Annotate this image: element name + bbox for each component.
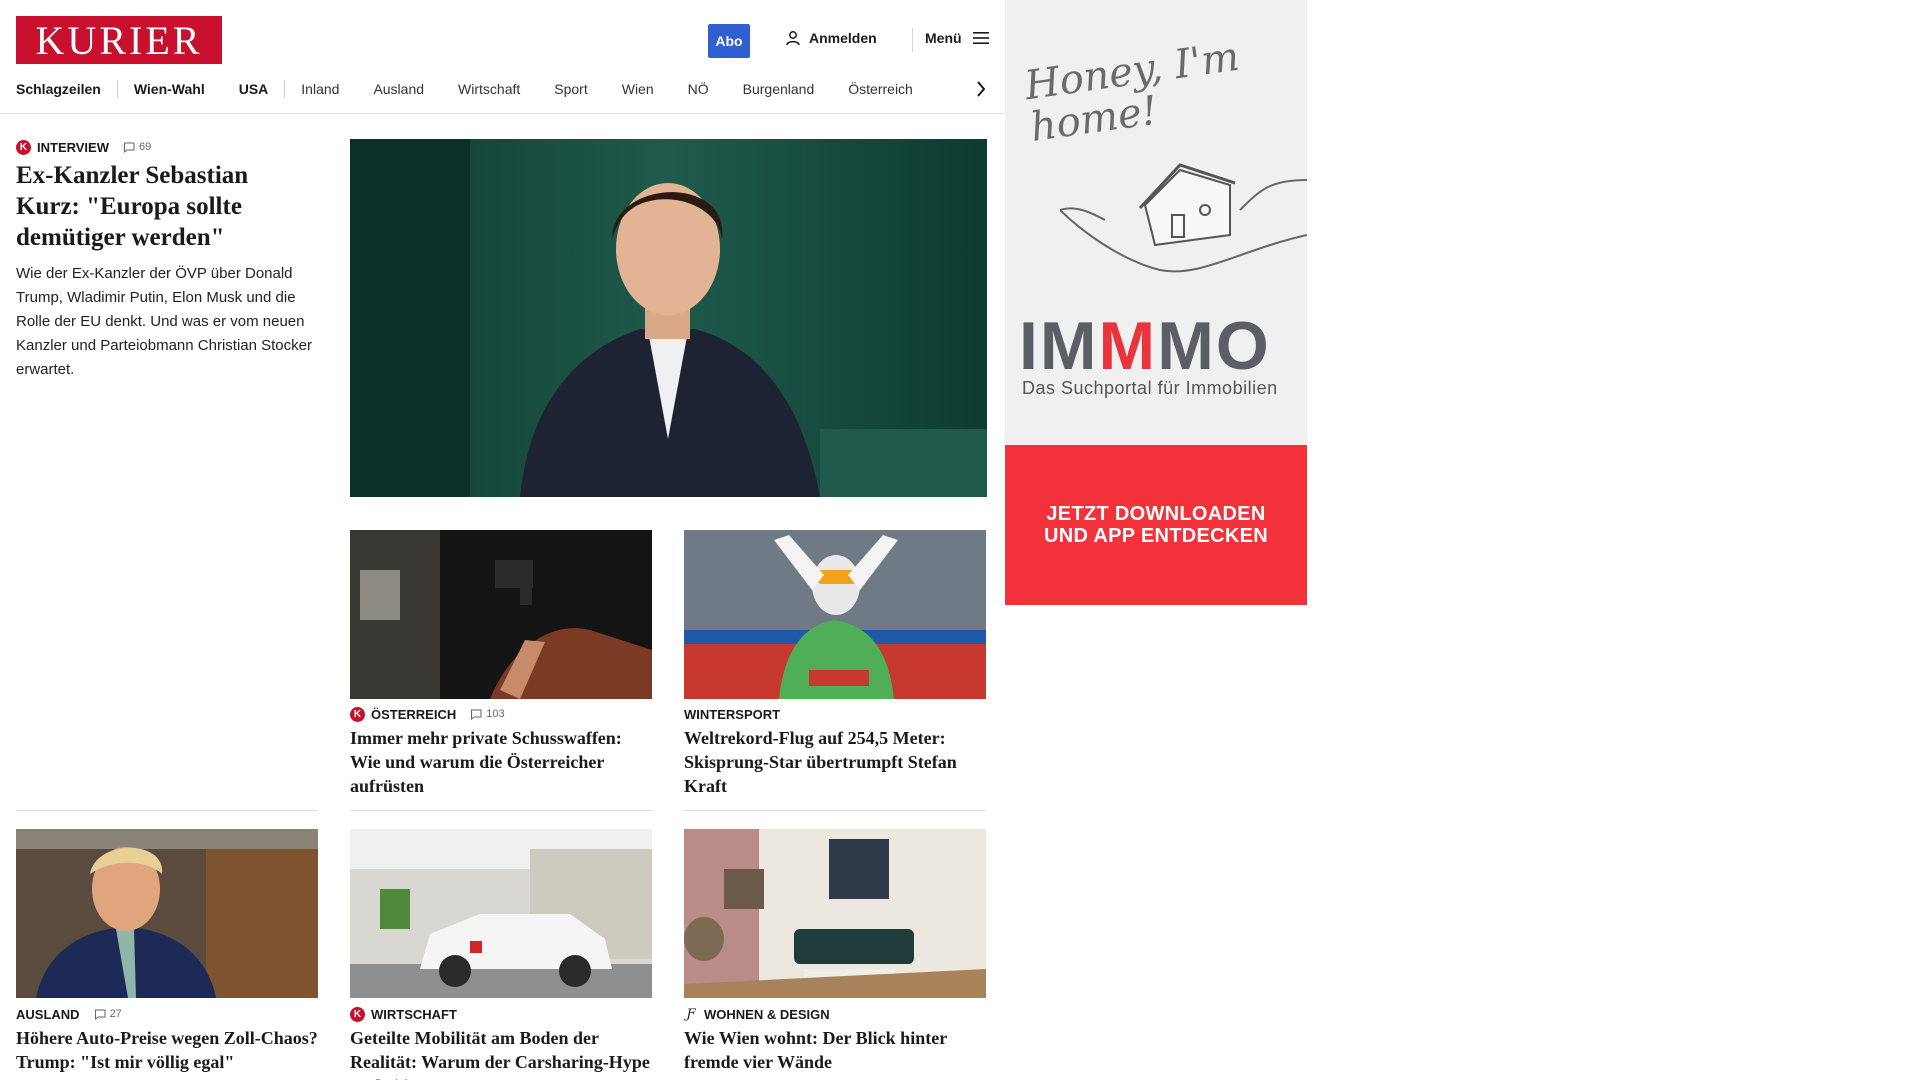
article-meta: WINTERSPORT	[684, 706, 780, 722]
house-in-hand-icon	[1060, 163, 1307, 273]
nav-item-inland[interactable]: Inland	[301, 81, 339, 97]
article-meta: K ÖSTERREICH 103	[350, 706, 505, 722]
site-header: KURIER Abo Anmelden Menü Schlagzeilen Wi…	[0, 0, 1005, 114]
nav-item-oesterreich[interactable]: Österreich	[848, 81, 913, 97]
article-meta: K WIRTSCHAFT	[350, 1006, 457, 1022]
login-label: Anmelden	[809, 30, 877, 46]
ad-subtitle: Das Suchportal für Immobilien	[1022, 378, 1278, 398]
login-button[interactable]: Anmelden	[785, 30, 877, 46]
nav-item-usa[interactable]: USA	[239, 81, 269, 97]
ad-cta-button[interactable]: JETZT DOWNLOADEN UND APP ENTDECKEN	[1005, 445, 1307, 605]
category-label: INTERVIEW	[37, 139, 109, 155]
comment-count-value: 69	[139, 141, 152, 153]
wohnen-design-icon: ƒ	[686, 1006, 696, 1022]
article-meta: ƒ WOHNEN & DESIGN	[684, 1006, 830, 1022]
comment-icon	[471, 709, 482, 720]
kurier-plus-icon: K	[16, 139, 31, 155]
abo-button[interactable]: Abo	[708, 24, 750, 58]
nav-item-wien-wahl[interactable]: Wien-Wahl	[134, 81, 205, 97]
category-label: WIRTSCHAFT	[371, 1006, 457, 1022]
comment-count-value: 103	[486, 708, 505, 720]
ad-brand-part-accent: M	[1098, 308, 1158, 384]
article-image-trump[interactable]	[16, 829, 318, 998]
nav-scroll-right-icon[interactable]	[972, 78, 990, 100]
nav-item-noe[interactable]: NÖ	[688, 81, 709, 97]
category-label: WINTERSPORT	[684, 706, 781, 722]
menu-label: Menü	[925, 30, 962, 46]
lead-headline[interactable]: Ex-Kanzler Sebastian Kurz: "Europa sollt…	[16, 160, 316, 253]
kurier-logo[interactable]: KURIER	[16, 16, 222, 64]
article-meta: AUSLAND 27	[16, 1006, 122, 1022]
ad-cta-line: JETZT DOWNLOADEN	[1046, 503, 1266, 525]
article-headline[interactable]: Geteilte Mobilität am Boden der Realität…	[350, 1026, 652, 1080]
ad-brand-logo: IMMMO	[1019, 312, 1271, 380]
nav-item-burgenland[interactable]: Burgenland	[743, 81, 815, 97]
comment-count[interactable]: 27	[94, 1008, 122, 1020]
article-meta: K INTERVIEW 69	[16, 139, 151, 155]
article-image-skijumper[interactable]	[684, 530, 986, 699]
section-divider	[16, 810, 318, 811]
category-label: AUSLAND	[16, 1006, 80, 1022]
section-divider	[684, 810, 986, 811]
ad-brand-part: MO	[1157, 308, 1271, 384]
article-image-living-room[interactable]	[684, 829, 986, 998]
comment-count-value: 27	[109, 1008, 122, 1020]
ad-brand-part: IM	[1019, 308, 1099, 384]
user-icon	[786, 31, 800, 46]
comment-count[interactable]: 69	[123, 141, 151, 153]
article-headline[interactable]: Immer mehr private Schusswaffen: Wie und…	[350, 726, 652, 798]
comment-icon	[124, 142, 135, 153]
article-headline[interactable]: Weltrekord-Flug auf 254,5 Meter: Skispru…	[684, 726, 986, 798]
category-label: WOHNEN & DESIGN	[704, 1006, 830, 1022]
article-image-carsharing[interactable]	[350, 829, 652, 998]
lead-image-portrait[interactable]	[350, 139, 987, 497]
header-divider	[912, 28, 913, 52]
nav-item-wien[interactable]: Wien	[622, 81, 654, 97]
kurier-plus-icon: K	[350, 1006, 365, 1022]
kurier-plus-icon: K	[350, 706, 365, 722]
article-headline[interactable]: Wie Wien wohnt: Der Blick hinter fremde …	[684, 1026, 986, 1074]
nav-item-schlagzeilen[interactable]: Schlagzeilen	[16, 81, 101, 97]
ad-tagline: Honey, I'm home!	[1021, 33, 1243, 151]
ad-cta-text: JETZT DOWNLOADEN UND APP ENTDECKEN	[1044, 503, 1268, 547]
comment-count[interactable]: 103	[470, 708, 505, 720]
lead-teaser: Wie der Ex-Kanzler der ÖVP über Donald T…	[16, 265, 312, 378]
nav-item-ausland[interactable]: Ausland	[373, 81, 424, 97]
hamburger-icon	[972, 32, 989, 44]
category-label: ÖSTERREICH	[371, 706, 457, 722]
article-image-handgun[interactable]	[350, 530, 652, 699]
section-divider	[350, 810, 652, 811]
nav-divider	[116, 80, 118, 98]
nav-item-sport[interactable]: Sport	[554, 81, 587, 97]
ad-cta-line: UND APP ENTDECKEN	[1043, 525, 1269, 547]
category-nav: Schlagzeilen Wien-Wahl USA Inland Auslan…	[16, 78, 947, 100]
article-headline[interactable]: Höhere Auto-Preise wegen Zoll-Chaos? Tru…	[16, 1026, 318, 1074]
nav-divider	[284, 80, 286, 98]
ad-visual: Honey, I'm home! IMMMO Das Suchportal fü…	[1005, 0, 1307, 445]
nav-item-wirtschaft[interactable]: Wirtschaft	[458, 81, 520, 97]
immmo-advertisement[interactable]: Honey, I'm home! IMMMO Das Suchportal fü…	[1005, 0, 1307, 605]
comment-icon	[94, 1009, 106, 1020]
menu-button[interactable]: Menü	[925, 30, 990, 46]
